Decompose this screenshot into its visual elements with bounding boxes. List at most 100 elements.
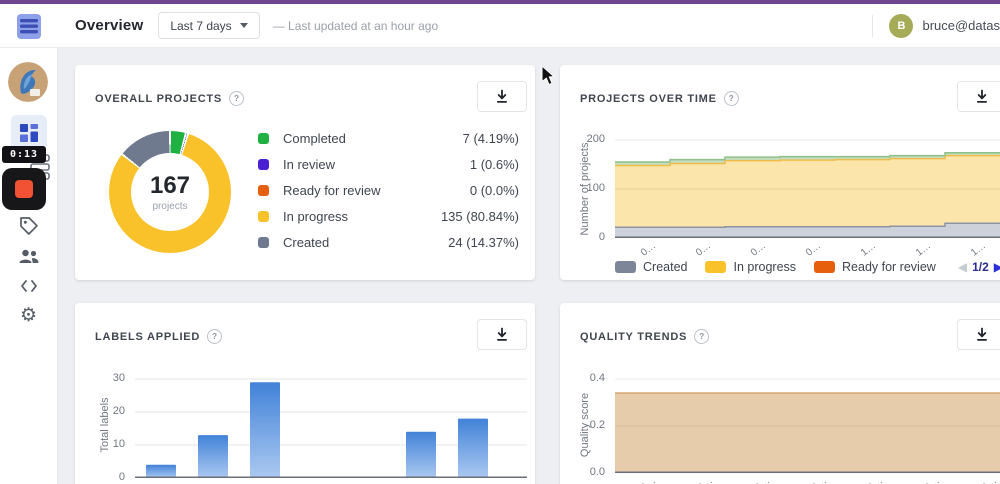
stop-icon	[15, 180, 33, 198]
x-tick-label: 0…	[753, 475, 772, 484]
quality-trends-card: QUALITY TRENDS ? Quality score 0.0 0.2 0.4…	[560, 303, 1000, 484]
legend-label: Ready for review	[842, 260, 936, 274]
legend-label: In progress	[733, 260, 797, 274]
legend-label: In review	[283, 156, 336, 172]
legend-row: Ready for review 0 (0.0%)	[258, 177, 519, 203]
legend-item: Ready for review	[814, 260, 936, 274]
legend-pager: ◀ 1/2 ▶	[958, 260, 1000, 274]
in-progress-swatch	[705, 261, 727, 273]
created-swatch	[258, 236, 269, 248]
created-swatch	[615, 261, 636, 273]
chevron-down-icon	[239, 23, 248, 28]
chart-plot	[135, 378, 527, 478]
labels-applied-card: LABELS APPLIED ? Total labels 01020300…0…	[75, 303, 535, 484]
gear-icon: ⚙	[19, 305, 38, 326]
bar-chart: 0 10 20 30 0… 0… 0… 0… 0… 0… 0…	[75, 303, 535, 484]
legend-row: In progress 135 (80.84%)	[258, 203, 519, 229]
stacked-area-chart: 0 100 200 0… 0… 0… 0… 1… 1… 1…	[560, 65, 1000, 280]
ready-for-review-swatch	[814, 261, 836, 273]
flat-area-chart: 0.0 0.2 0.4 0… 0… 0… 0… 0… 0… 0…	[560, 303, 1000, 484]
top-bar: Overview Last 7 days — Last updated at a…	[0, 4, 1000, 48]
x-tick-label: 0…	[866, 475, 885, 484]
legend-row: In review 1 (0.6%)	[258, 151, 519, 177]
main-content: OVERALL PROJECTS ? 167 projects Complete…	[57, 48, 1000, 484]
pager-prev-icon[interactable]: ◀	[958, 260, 967, 274]
x-tick-label: 0…	[365, 480, 384, 484]
archive-drawers-logo-icon[interactable]	[14, 13, 44, 40]
legend-label: Ready for review	[283, 182, 381, 198]
app-window: Overview Last 7 days — Last updated at a…	[0, 0, 1000, 484]
ready-for-review-swatch	[258, 184, 269, 196]
download-button[interactable]	[477, 81, 527, 112]
projects-total: 167	[149, 172, 191, 199]
x-tick-label: 0…	[693, 240, 713, 259]
last-updated-text: — Last updated at an hour ago	[272, 18, 439, 33]
stop-recording-button[interactable]	[2, 168, 46, 210]
y-tick-label: 10	[112, 438, 125, 450]
overall-projects-card: OVERALL PROJECTS ? 167 projects Complete…	[75, 65, 535, 280]
y-tick-label: 0.2	[589, 419, 605, 431]
recording-timer: 0:13	[2, 146, 46, 163]
y-tick-label: 0.4	[589, 372, 605, 384]
code-icon	[20, 280, 37, 292]
legend-label: Created	[283, 234, 330, 250]
user-avatar[interactable]: B	[889, 13, 914, 38]
x-tick-label: 1…	[913, 240, 933, 259]
y-tick-label: 0.0	[589, 466, 605, 478]
help-icon[interactable]: ?	[229, 91, 245, 106]
x-tick-label: 0…	[261, 480, 280, 484]
legend-value: 0 (0.0%)	[469, 182, 519, 198]
legend-row: Created 24 (14.37%)	[258, 229, 519, 255]
sidebar-item-api[interactable]	[0, 278, 57, 294]
x-tick-label: 0…	[639, 475, 658, 484]
pager-next-icon[interactable]: ▶	[994, 260, 1000, 274]
x-tick-label: 1…	[968, 240, 988, 259]
pager-page: 1/2	[972, 260, 989, 274]
legend-label: In progress	[283, 208, 349, 224]
date-range-label: Last 7 days	[170, 18, 232, 33]
sidebar-item-team[interactable]	[0, 247, 57, 265]
x-tick-label: 0…	[803, 240, 823, 259]
legend-value: 24 (14.37%)	[448, 234, 519, 250]
x-tick-label: 0…	[313, 480, 332, 484]
header-divider	[872, 14, 874, 37]
x-tick-label: 0…	[469, 480, 488, 484]
legend-item: Created	[615, 260, 687, 274]
y-tick-label: 20	[112, 405, 125, 417]
projects-donut-chart: 167 projects	[109, 131, 231, 253]
x-tick-label: 0…	[748, 240, 768, 259]
legend-value: 1 (0.6%)	[469, 156, 519, 172]
donut-legend: Completed 7 (4.19%) In review 1 (0.6%) R…	[258, 125, 519, 255]
legend-item: In progress	[705, 260, 796, 274]
y-tick-label: 100	[586, 182, 605, 194]
completed-swatch	[258, 132, 269, 144]
y-tick-label: 0	[118, 471, 125, 483]
chart-plot	[615, 139, 1000, 238]
bird-logo-icon	[8, 62, 48, 102]
in-review-swatch	[258, 158, 269, 170]
legend-value: 135 (80.84%)	[440, 208, 519, 224]
sidebar-item-settings[interactable]: ⚙	[0, 306, 57, 325]
chart-plot	[615, 378, 1000, 473]
y-tick-label: 200	[586, 133, 605, 145]
x-tick-label: 1…	[858, 240, 878, 259]
x-tick-label: 0…	[417, 480, 436, 484]
sidebar: ⚙ 0:13	[0, 48, 58, 484]
workspace-avatar[interactable]	[8, 62, 48, 102]
legend-label: Completed	[283, 130, 346, 146]
area-chart-legend: Created In progress Ready for review ◀ 1…	[615, 260, 1000, 274]
x-tick-label: 0…	[810, 475, 829, 484]
page-title: Overview	[75, 17, 144, 34]
legend-label: Created	[643, 260, 688, 274]
x-tick-label: 0…	[638, 240, 658, 259]
date-range-dropdown[interactable]: Last 7 days	[158, 12, 260, 39]
x-tick-label: 0…	[209, 480, 228, 484]
user-email[interactable]: bruce@datas	[922, 18, 1000, 33]
x-tick-label: 0…	[980, 475, 999, 484]
dashboard-grid-icon	[20, 124, 38, 142]
in-progress-swatch	[258, 210, 269, 222]
top-accent-strip	[0, 0, 1000, 4]
projects-over-time-card: PROJECTS OVER TIME ? Number of projects …	[560, 65, 1000, 280]
sidebar-item-labels[interactable]	[0, 216, 57, 236]
card-title: OVERALL PROJECTS	[95, 92, 223, 105]
